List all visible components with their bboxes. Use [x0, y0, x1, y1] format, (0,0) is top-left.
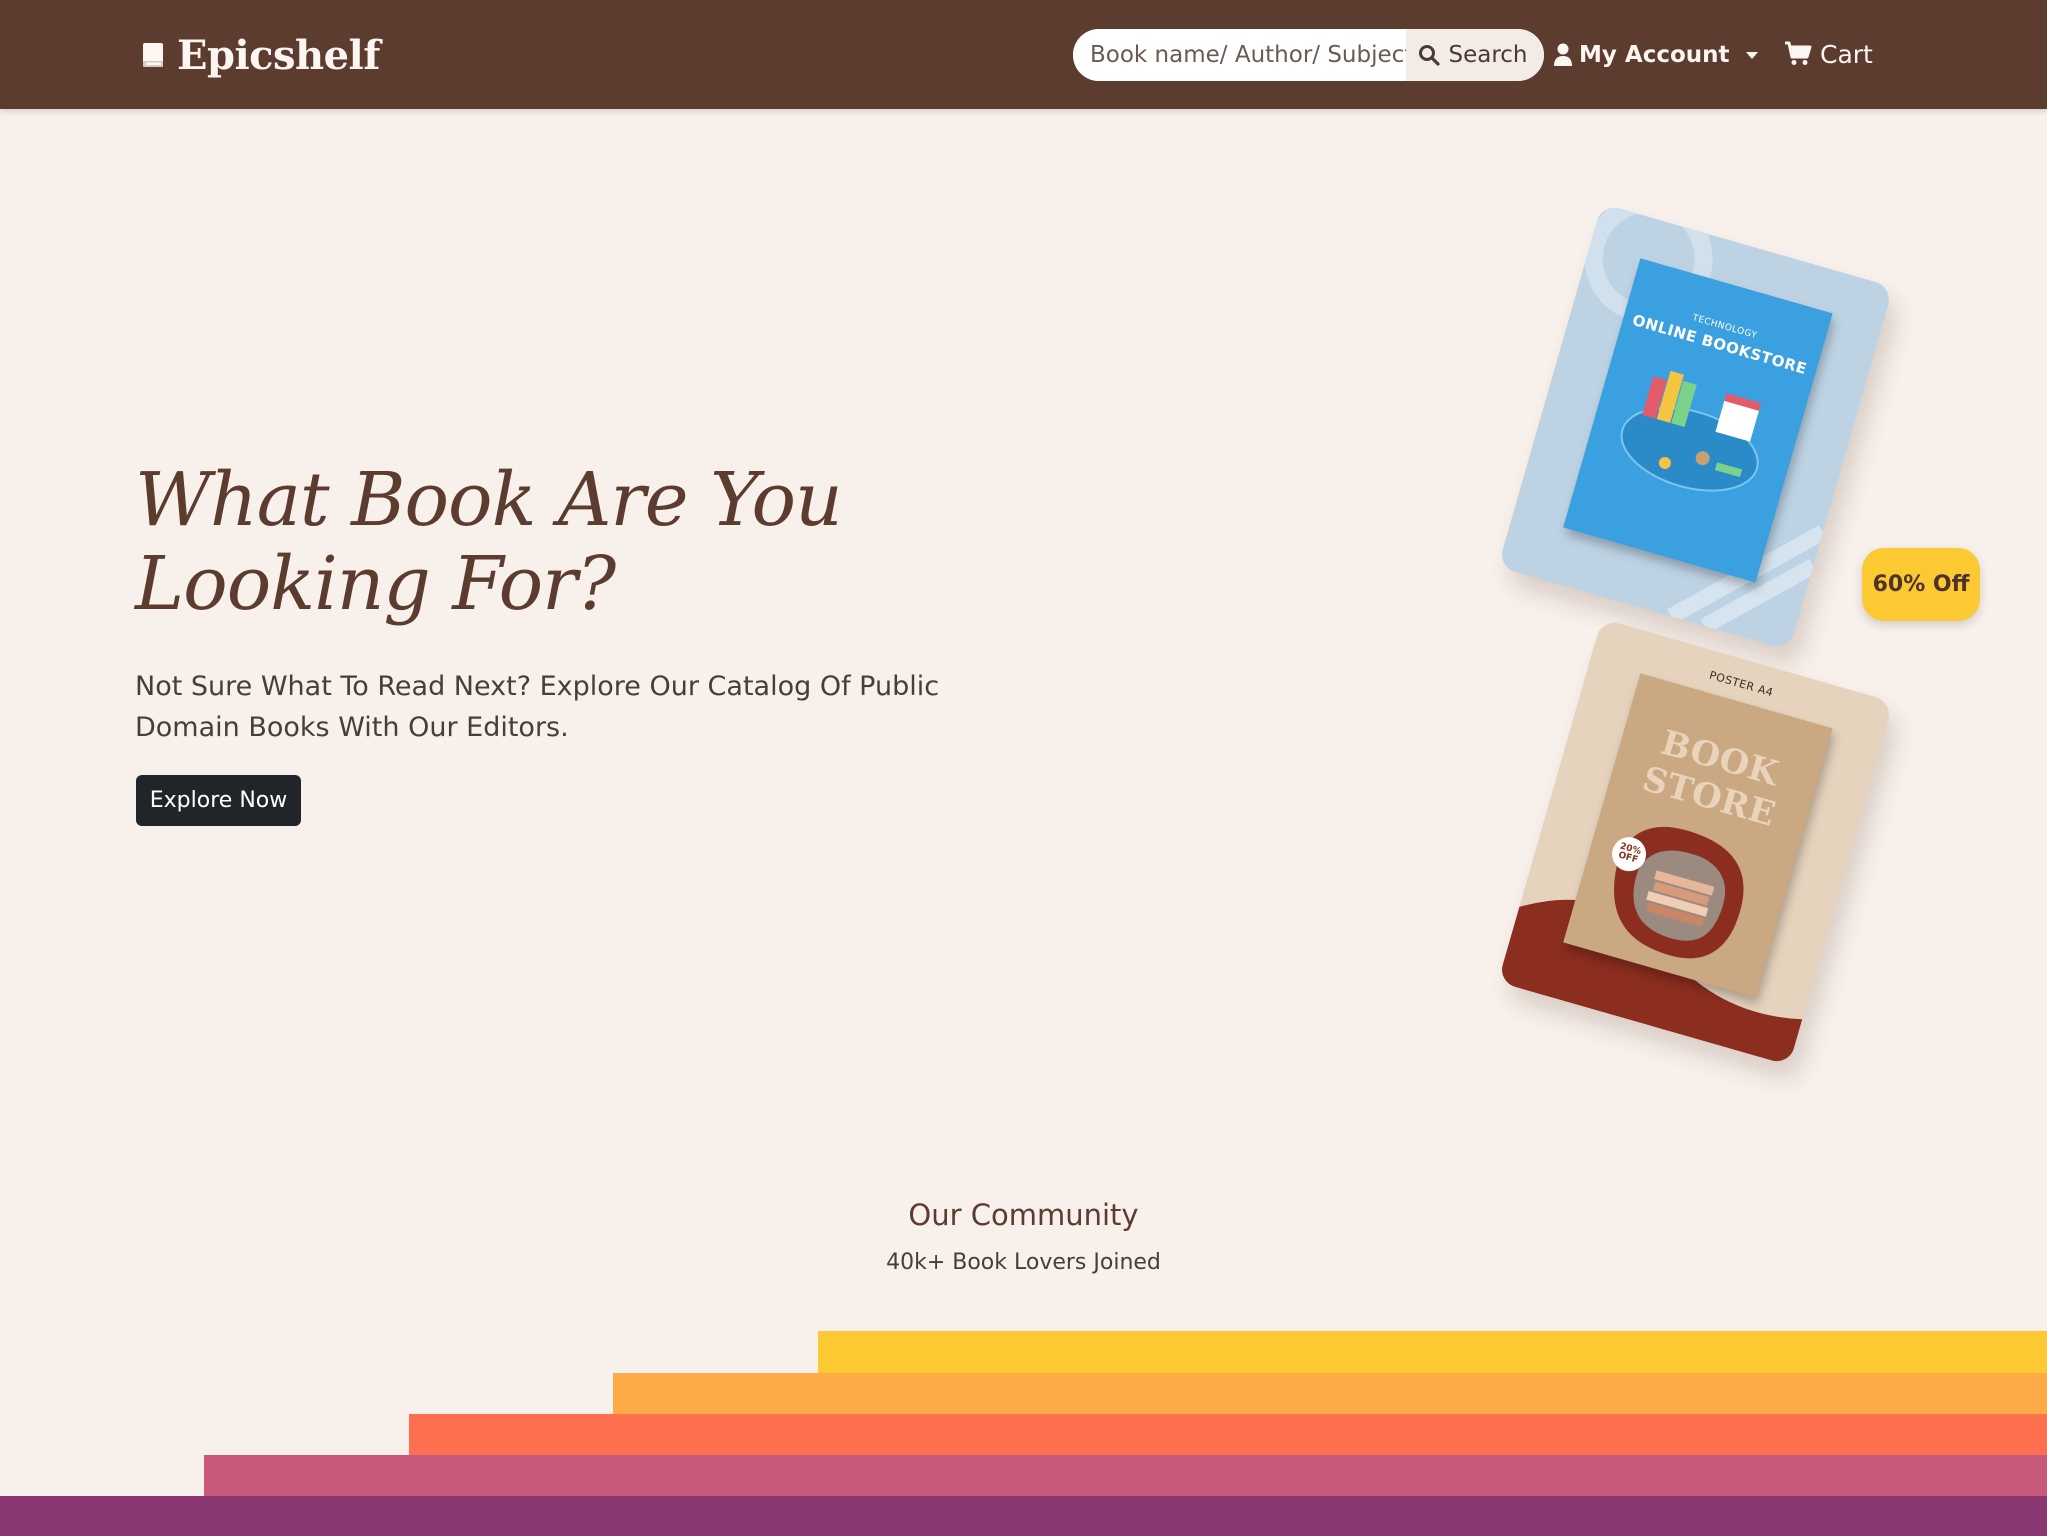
- community-subtitle: 40k+ Book Lovers Joined: [886, 1250, 1161, 1275]
- search-button[interactable]: Search: [1406, 29, 1544, 81]
- explore-now-button[interactable]: Explore Now: [136, 775, 301, 826]
- cart-link[interactable]: Cart: [1784, 36, 1873, 72]
- decorative-stripe-5: [0, 1496, 2047, 1536]
- search-button-label: Search: [1448, 42, 1528, 68]
- cart-icon: [1785, 41, 1812, 65]
- search-icon: [1419, 45, 1441, 66]
- search-input[interactable]: [1073, 29, 1406, 81]
- hero-subtitle: Not Sure What To Read Next? Explore Our …: [135, 671, 940, 743]
- cart-label: Cart: [1820, 39, 1873, 69]
- brand-name: Epicshelf: [177, 31, 380, 79]
- book-card-poster[interactable]: POSTER A4 BOOK STORE 20% OFF: [1497, 618, 1894, 1066]
- hero-title: What Book Are You Looking For?: [135, 457, 843, 627]
- user-icon: [1554, 43, 1572, 66]
- my-account-dropdown[interactable]: My Account: [1553, 38, 1758, 72]
- decorative-stripe-2: [613, 1373, 2047, 1415]
- navbar: Epicshelf Search My Account Cart: [0, 0, 2047, 109]
- discount-badge: 60% Off: [1862, 548, 1980, 621]
- decorative-stripe-4: [204, 1455, 2047, 1497]
- book-icon: [143, 43, 163, 67]
- chevron-down-icon: [1745, 51, 1758, 59]
- brand-logo[interactable]: Epicshelf: [141, 30, 380, 80]
- decorative-stripe-1: [818, 1331, 2047, 1373]
- my-account-label: My Account: [1579, 42, 1730, 68]
- book-card-online-bookstore[interactable]: TECHNOLOGY ONLINE BOOKSTORE: [1497, 203, 1894, 651]
- community-title: Our Community: [908, 1198, 1139, 1232]
- discount-sticker-label: 20% OFF: [1616, 841, 1643, 866]
- search-form: Search: [1073, 29, 1544, 81]
- decorative-stripe-3: [409, 1414, 2047, 1456]
